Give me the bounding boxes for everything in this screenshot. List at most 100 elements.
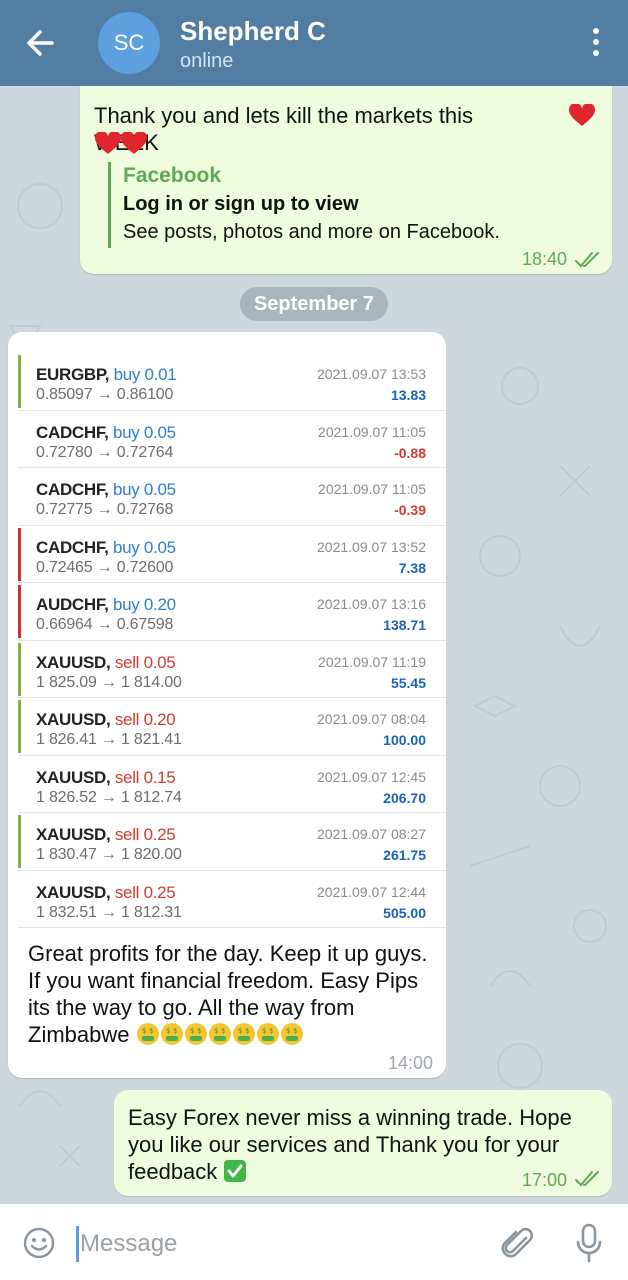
trade-status-bar — [18, 700, 21, 753]
link-preview-title: Log in or sign up to view — [123, 193, 359, 215]
chat-header: SC Shepherd C online — [0, 0, 628, 86]
contact-status: online — [180, 50, 234, 72]
link-preview[interactable]: Facebook Log in or sign up to view See p… — [108, 162, 578, 248]
trade-status-bar — [18, 815, 21, 868]
trade-pair: CADCHF, — [36, 480, 113, 499]
trade-time: 2021.09.07 13:53 — [317, 366, 426, 382]
trade-row: XAUUSD, sell 0.15 1 826.52 → 1 812.74 2021… — [18, 755, 446, 813]
trade-time: 2021.09.07 11:05 — [318, 423, 426, 440]
trade-time: 2021.09.07 12:45 — [317, 768, 426, 785]
trade-profit: 138.71 — [383, 617, 426, 633]
trade-row: XAUUSD, sell 0.25 1 830.47 → 1 820.00 2021… — [18, 813, 446, 871]
microphone-icon[interactable] — [574, 1222, 604, 1264]
trade-symbol: CADCHF, buy 0.05 — [36, 538, 176, 558]
trade-profit: 261.75 — [383, 847, 426, 863]
trade-status-bar — [18, 585, 21, 638]
message-time: 14:00 — [388, 1053, 434, 1073]
svg-text:$: $ — [286, 1027, 290, 1035]
back-arrow-icon — [27, 30, 54, 56]
message-input[interactable] — [80, 1224, 460, 1264]
date-separator: September 7 — [240, 287, 388, 321]
link-preview-description: See posts, photos and more on Facebook. — [123, 221, 500, 243]
trade-time: 2021.09.07 13:52 — [317, 538, 426, 555]
money-mouth-face-icon: $ $ — [256, 1023, 279, 1045]
trade-status-bar — [18, 642, 21, 696]
money-mouth-face-icon: $ $ — [160, 1023, 183, 1045]
svg-text:$: $ — [262, 1027, 266, 1035]
emoji-icon[interactable] — [22, 1226, 56, 1260]
trade-side-volume: sell 0.25 — [114, 825, 176, 844]
message-time: 17:00 — [522, 1170, 568, 1190]
trade-prices: 1 826.52 → 1 812.74 — [36, 788, 182, 806]
trade-side-volume: buy 0.05 — [112, 537, 176, 557]
trade-pair: CADCHF, — [36, 422, 113, 442]
trade-profit: 206.70 — [383, 789, 426, 806]
trade-profit: 55.45 — [390, 674, 426, 691]
trade-profit: 7.38 — [398, 559, 426, 576]
trade-profit: 100.00 — [383, 732, 426, 748]
trade-symbol: CADCHF, buy 0.05 — [36, 423, 176, 443]
trade-time: 2021.09.07 11:05 — [318, 481, 426, 497]
check-mark-button-icon — [224, 1160, 247, 1182]
trade-row: CADCHF, buy 0.05 0.72775 → 0.72768 2021.09… — [18, 468, 446, 526]
trade-status-bar — [18, 873, 21, 926]
trade-profit: 505.00 — [383, 904, 426, 921]
svg-text:$: $ — [221, 1027, 225, 1035]
trade-prices: 1 830.47 → 1 820.00 — [36, 846, 182, 863]
trade-status-bar — [18, 413, 21, 466]
svg-text:$: $ — [142, 1027, 146, 1035]
trade-time: 2021.09.07 11:19 — [318, 653, 426, 670]
trade-pair: XAUUSD, — [36, 882, 115, 902]
trade-prices: 1 826.41 → 1 821.41 — [36, 731, 182, 748]
trade-side-volume: sell 0.20 — [114, 710, 176, 729]
trade-prices: 0.72465 → 0.72600 — [36, 558, 174, 576]
trade-pair: CADCHF, — [36, 537, 113, 557]
paperclip-icon[interactable] — [500, 1224, 536, 1264]
svg-text:$: $ — [293, 1027, 297, 1035]
trade-history-image[interactable]: EURGBP, buy 0.01 0.85097 → 0.86100 2021.09… — [18, 353, 446, 928]
trade-symbol: XAUUSD, sell 0.25 — [36, 882, 176, 903]
trade-row: CADCHF, buy 0.05 0.72780 → 0.72764 2021.09… — [18, 410, 446, 468]
trade-symbol: XAUUSD, sell 0.20 — [36, 710, 176, 730]
heart-icon — [568, 104, 596, 126]
svg-text:$: $ — [214, 1027, 218, 1035]
contact-name[interactable]: Shepherd C — [180, 16, 326, 47]
more-options-button[interactable] — [592, 28, 600, 58]
heart-icon — [120, 132, 148, 154]
money-mouth-face-icon: $ $ — [232, 1023, 255, 1045]
more-vertical-icon — [593, 28, 599, 34]
text-cursor — [76, 1226, 79, 1262]
trade-profit: -0.39 — [394, 502, 426, 518]
trade-status-bar — [18, 527, 21, 581]
trade-pair: AUDCHF, — [36, 595, 113, 614]
trade-side-volume: buy 0.20 — [112, 595, 176, 614]
trade-prices: 0.72780 → 0.72764 — [36, 443, 174, 461]
trade-symbol: CADCHF, buy 0.05 — [36, 480, 176, 500]
trade-time: 2021.09.07 13:16 — [317, 596, 426, 612]
trade-status-bar — [18, 758, 21, 811]
svg-text:$: $ — [166, 1027, 170, 1035]
double-check-icon — [575, 252, 599, 268]
trade-status-bar — [18, 470, 21, 523]
svg-text:$: $ — [269, 1027, 273, 1035]
svg-text:$: $ — [245, 1027, 249, 1035]
trade-side-volume: buy 0.05 — [112, 480, 176, 499]
trade-side-volume: sell 0.15 — [114, 767, 176, 787]
trade-pair: XAUUSD, — [36, 710, 115, 729]
trade-row: CADCHF, buy 0.05 0.72465 → 0.72600 2021.09… — [18, 525, 446, 583]
svg-text:$: $ — [238, 1027, 242, 1035]
trade-pair: XAUUSD, — [36, 767, 115, 787]
trade-prices: 1 832.51 → 1 812.31 — [36, 903, 182, 921]
double-check-icon — [575, 1171, 599, 1187]
trade-pair: XAUUSD, — [36, 652, 115, 672]
trade-row: XAUUSD, sell 0.05 1 825.09 → 1 814.00 2021… — [18, 640, 446, 698]
trade-row: XAUUSD, sell 0.20 1 826.41 → 1 821.41 2021… — [18, 698, 446, 756]
trade-prices: 0.85097 → 0.86100 — [36, 386, 174, 403]
money-mouth-face-icon: $ $ — [208, 1023, 231, 1045]
money-mouth-face-icon: $ $ — [136, 1023, 159, 1045]
back-button[interactable] — [22, 26, 62, 60]
menu-dot — [593, 39, 599, 45]
trade-pair: XAUUSD, — [36, 825, 115, 844]
avatar[interactable]: SC — [98, 12, 160, 74]
trade-status-bar — [18, 355, 21, 408]
